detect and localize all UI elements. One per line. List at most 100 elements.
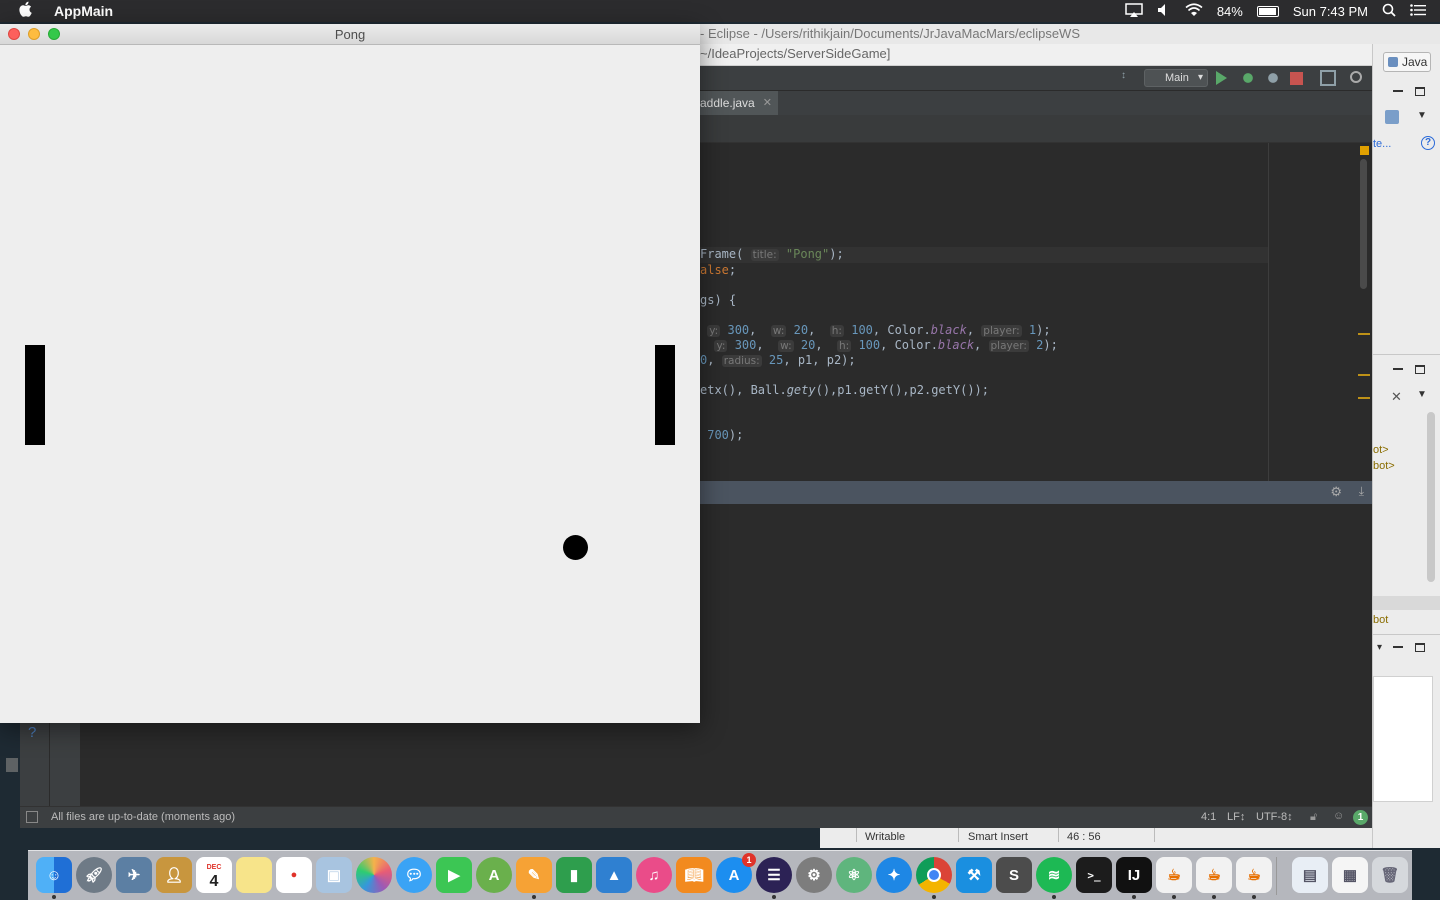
close-icon[interactable]: ✕: [763, 91, 772, 115]
run-configuration-select[interactable]: Main: [1144, 69, 1208, 87]
line-separator[interactable]: LF↕: [1227, 811, 1245, 823]
notes-icon[interactable]: [236, 857, 272, 893]
outline-item[interactable]: bot: [1373, 614, 1388, 626]
pin-icon[interactable]: ✕: [1391, 389, 1402, 405]
java-perspective-button[interactable]: Java: [1383, 52, 1431, 72]
coverage-icon[interactable]: [1265, 70, 1281, 86]
wifi-icon[interactable]: [1185, 2, 1203, 20]
view-menu-icon[interactable]: ▼: [1417, 389, 1427, 400]
stop-icon[interactable]: [1290, 72, 1303, 85]
outline-icon[interactable]: [1385, 110, 1399, 124]
gear-icon[interactable]: ⚙: [796, 857, 832, 893]
panel-link-text[interactable]: te...: [1373, 138, 1391, 150]
maximize-view-icon[interactable]: [1415, 643, 1425, 652]
notification-center-icon[interactable]: [1410, 3, 1426, 19]
app-store-icon[interactable]: A1: [716, 853, 756, 893]
close-window-button[interactable]: [8, 28, 20, 40]
gear-icon[interactable]: ⚙: [1330, 484, 1342, 500]
run-icon[interactable]: [1216, 71, 1227, 85]
launchpad-icon[interactable]: 🚀︎: [76, 857, 112, 893]
outline-item[interactable]: ot>: [1373, 444, 1389, 456]
xcode-icon[interactable]: ⚒: [956, 857, 992, 893]
airplay-icon[interactable]: [1125, 2, 1143, 20]
spotlight-search-icon[interactable]: [1382, 3, 1396, 20]
safari-icon[interactable]: ✦: [876, 857, 912, 893]
status-message[interactable]: All files are up-to-date (moments ago): [51, 811, 235, 823]
help-icon[interactable]: ?: [1421, 136, 1435, 150]
code-editor[interactable]: Frame( title: "Pong"); alse; gs) { y: 30…: [700, 143, 1372, 481]
clock[interactable]: Sun 7:43 PM: [1293, 4, 1368, 19]
inspection-status-icon[interactable]: [1360, 146, 1369, 155]
calendar-icon[interactable]: DEC 4: [196, 857, 232, 893]
minimize-view-icon[interactable]: [1393, 646, 1403, 648]
app-name-menu[interactable]: AppMain: [54, 3, 113, 19]
code-line: gs) {: [700, 293, 737, 307]
minimize-view-icon[interactable]: [1393, 90, 1403, 92]
numbers-icon[interactable]: ▮: [556, 857, 592, 893]
warning-stripe[interactable]: [1358, 397, 1370, 399]
keynote-icon[interactable]: ▲: [596, 857, 632, 893]
warning-stripe[interactable]: [1358, 374, 1370, 376]
ibooks-icon[interactable]: 📖︎: [676, 857, 712, 893]
java-icon[interactable]: ☕︎: [1236, 857, 1272, 899]
spotify-icon[interactable]: ≋: [1036, 857, 1072, 899]
minimize-view-icon[interactable]: [1393, 368, 1403, 370]
document-stack-icon[interactable]: ▦: [1332, 857, 1368, 893]
game-canvas[interactable]: [0, 45, 700, 723]
sublime-icon[interactable]: S: [996, 857, 1032, 893]
search-icon[interactable]: [1350, 71, 1362, 83]
bird-icon[interactable]: ✈: [116, 857, 152, 893]
folder-icon[interactable]: ▤: [1292, 857, 1328, 893]
event-log-icon[interactable]: 1: [1353, 810, 1368, 825]
notification-badge: 1: [742, 853, 756, 867]
intellij-icon[interactable]: IJ: [1116, 857, 1152, 899]
itunes-icon[interactable]: ♫: [636, 857, 672, 893]
trash-icon[interactable]: 🗑︎: [1372, 857, 1408, 893]
vcs-icon[interactable]: ↕: [1121, 70, 1133, 86]
editor-scrollbar[interactable]: [1360, 159, 1367, 289]
battery-icon[interactable]: [1256, 5, 1279, 17]
maximize-view-icon[interactable]: [1415, 365, 1425, 374]
outline-item[interactable]: bot>: [1373, 460, 1395, 472]
file-encoding[interactable]: UTF-8↕: [1256, 811, 1293, 823]
caret-position[interactable]: 4:1: [1201, 811, 1216, 823]
messages-icon[interactable]: 💬︎: [396, 857, 432, 893]
minimize-window-button[interactable]: [28, 28, 40, 40]
finder-icon[interactable]: ☺: [36, 857, 72, 899]
atom-icon[interactable]: ⚛: [836, 857, 872, 893]
volume-icon[interactable]: [1157, 3, 1171, 20]
project-structure-icon[interactable]: [1320, 70, 1336, 86]
writable-status: Writable: [865, 831, 906, 843]
chrome-icon[interactable]: [916, 857, 952, 899]
battery-percent[interactable]: 84%: [1217, 4, 1243, 19]
apple-menu-icon[interactable]: [18, 1, 40, 21]
android-studio-icon[interactable]: A: [476, 857, 512, 893]
debug-icon[interactable]: [1240, 70, 1256, 86]
pages-icon[interactable]: ✎: [516, 857, 552, 899]
photos-icon[interactable]: [356, 857, 392, 893]
code-line: y: 300, w: 20, h: 100, Color.black, play…: [714, 338, 1058, 352]
lock-icon[interactable]: 🔓︎: [1310, 811, 1317, 824]
eclipse-icon[interactable]: ☰: [756, 857, 792, 899]
console-side-button[interactable]: [6, 758, 18, 772]
inspector-icon[interactable]: ☺: [1333, 810, 1344, 822]
pong-titlebar[interactable]: Pong: [0, 24, 700, 45]
hide-panel-icon[interactable]: ⤓: [1359, 484, 1364, 499]
maximize-view-icon[interactable]: [1415, 87, 1425, 96]
help-icon[interactable]: ?: [28, 724, 36, 741]
terminal-icon[interactable]: >_: [1076, 857, 1112, 893]
facetime-icon[interactable]: ▶: [436, 857, 472, 893]
warning-stripe[interactable]: [1358, 333, 1370, 335]
preview-icon[interactable]: ▣: [316, 857, 352, 893]
contacts-icon[interactable]: 👤︎: [156, 857, 192, 893]
reminders-icon[interactable]: ●: [276, 857, 312, 893]
view-menu-icon[interactable]: ▼: [1417, 110, 1427, 121]
tab-paddle-java[interactable]: addle.java ✕: [700, 91, 778, 115]
dropdown-icon[interactable]: ▾: [1377, 642, 1382, 653]
scrollbar[interactable]: [1427, 412, 1435, 582]
java-icon[interactable]: ☕︎: [1196, 857, 1232, 899]
zoom-window-button[interactable]: [48, 28, 60, 40]
tool-windows-icon[interactable]: [26, 811, 38, 823]
java-icon[interactable]: ☕︎: [1156, 857, 1192, 899]
code-line: 0, radius: 25, p1, p2);: [700, 353, 856, 367]
